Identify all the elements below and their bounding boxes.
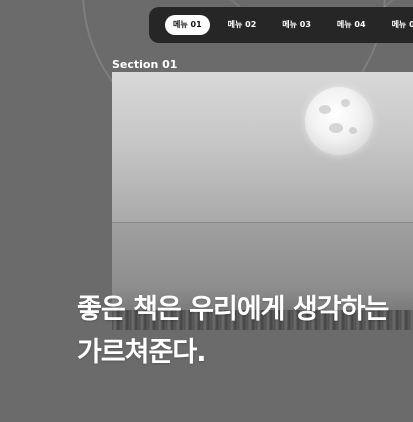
- nav-item-menu-05[interactable]: 메뉴 05: [384, 15, 413, 35]
- nav-item-menu-03[interactable]: 메뉴 03: [274, 15, 319, 35]
- nav-item-menu-01[interactable]: 메뉴 01: [165, 15, 210, 35]
- moon-icon: [305, 87, 373, 155]
- hero-headline: 좋은 책은 우리에게 생각하는 가르쳐준다.: [77, 288, 389, 374]
- section-label: Section 01: [112, 58, 178, 71]
- nav-item-menu-02[interactable]: 메뉴 02: [220, 15, 265, 35]
- hero-headline-line-1: 좋은 책은 우리에게 생각하는: [77, 294, 389, 325]
- page: 메뉴 01 메뉴 02 메뉴 03 메뉴 04 메뉴 05 Section 01…: [0, 0, 413, 422]
- horizon-line: [112, 222, 413, 223]
- hero-headline-line-2: 가르쳐준다.: [77, 337, 206, 368]
- top-navigation: 메뉴 01 메뉴 02 메뉴 03 메뉴 04 메뉴 05: [149, 7, 413, 43]
- nav-item-menu-04[interactable]: 메뉴 04: [329, 15, 374, 35]
